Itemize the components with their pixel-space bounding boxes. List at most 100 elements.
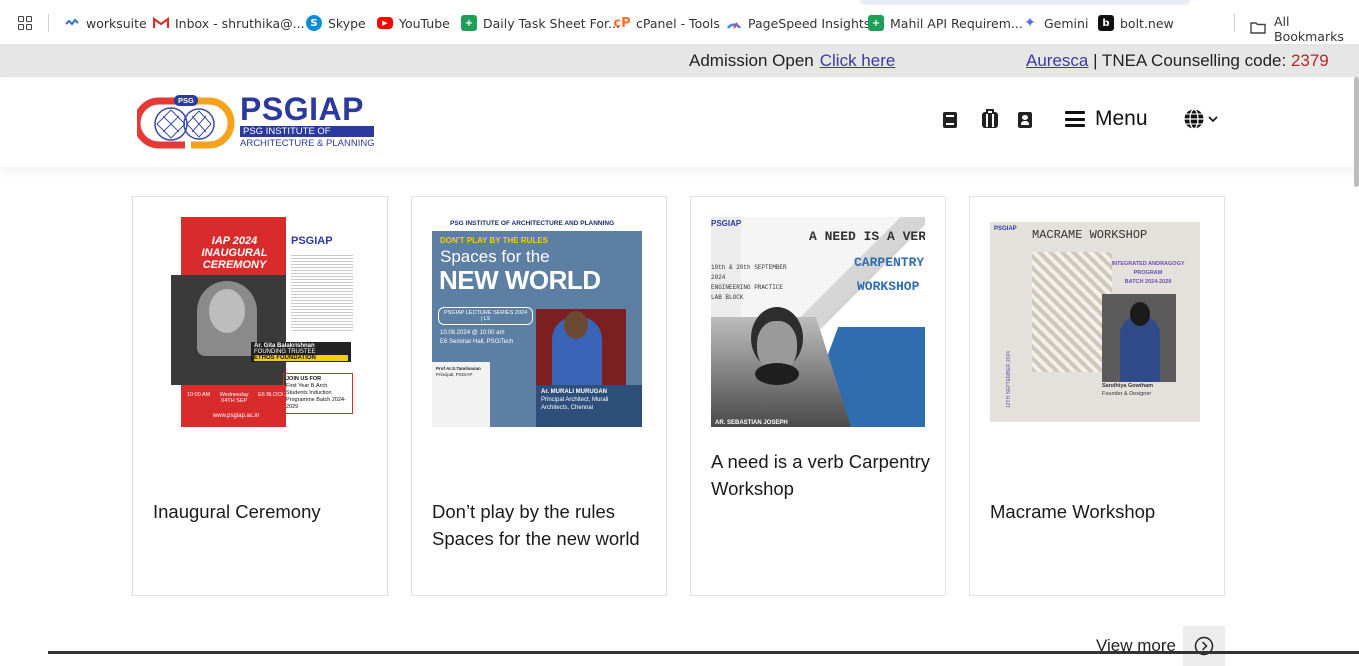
bookmark-pagespeed[interactable]: PageSpeed Insights xyxy=(726,14,870,32)
poster-host-role: Principal, PSGIAP xyxy=(436,372,473,377)
poster-date: 12TH SEPTEMBER 2024 xyxy=(1006,351,1012,408)
bookmark-label: PageSpeed Insights xyxy=(748,15,871,31)
bookmarks-divider xyxy=(48,14,49,32)
poster-venue: E6 BLOCK xyxy=(258,392,285,398)
hamburger-icon xyxy=(1065,111,1085,127)
site-header: PSG PSGIAP PSG INSTITUTE OF ARCHITECTURE… xyxy=(0,77,1359,167)
poster-line2: NEW WORLD xyxy=(439,265,601,295)
event-card-title[interactable]: Don’t play by the rules Spaces for the n… xyxy=(432,498,657,552)
bookmark-gmail[interactable]: Inbox - shruthika@... xyxy=(153,14,305,32)
bolt-icon: b xyxy=(1098,15,1114,31)
folder-icon xyxy=(1250,21,1266,37)
book-icon[interactable] xyxy=(943,112,957,128)
poster-speaker: Ar. MURALI MURUGAN xyxy=(541,389,607,395)
poster-brand: PSGIAP xyxy=(711,219,742,228)
bookmark-skype[interactable]: S Skype xyxy=(306,14,366,32)
bookmark-label: bolt.new xyxy=(1120,15,1174,31)
bookmark-bolt[interactable]: b bolt.new xyxy=(1098,14,1174,32)
poster-join: JOIN US FOR xyxy=(286,376,322,382)
language-selector[interactable] xyxy=(1183,108,1218,130)
logo-sub-2: ARCHITECTURE & PLANNING xyxy=(240,138,375,149)
gmail-icon xyxy=(153,15,169,31)
event-card-title[interactable]: A need is a verb Carpentry Workshop xyxy=(711,448,936,502)
lecture-poster[interactable]: PSG INSTITUTE OF ARCHITECTURE AND PLANNI… xyxy=(432,217,642,427)
bookmark-label: Mahil API Requirem... xyxy=(890,15,1023,31)
sheets-icon: + xyxy=(868,15,884,31)
poster-speaker: AR. SEBASTIAN JOSEPH xyxy=(715,420,788,426)
poster-tag: DON'T PLAY BY THE RULES xyxy=(440,236,548,245)
tnea-text: | TNEA Counselling code: xyxy=(1088,51,1291,70)
gemini-icon: ✦ xyxy=(1024,15,1036,31)
admission-text: Admission Open xyxy=(689,51,814,70)
logo-badge: PSG xyxy=(178,96,194,105)
poster-heading: INAUGURAL xyxy=(201,247,268,259)
bookmark-gemini[interactable]: ✦ Gemini xyxy=(1022,14,1088,32)
bookmark-worksuite[interactable]: worksuite xyxy=(64,14,147,32)
announcement-bar: Admission Open Click here Auresca | TNEA … xyxy=(0,45,1359,77)
event-card-carpentry[interactable]: PSGIAP A NEED IS A VERB CARPENTRY WORKSH… xyxy=(690,196,946,596)
bookmark-label: Inbox - shruthika@... xyxy=(175,15,305,31)
event-card-lecture[interactable]: PSG INSTITUTE OF ARCHITECTURE AND PLANNI… xyxy=(411,196,667,596)
youtube-icon: ▶ xyxy=(377,17,393,29)
bookmark-youtube[interactable]: ▶ YouTube xyxy=(377,14,450,32)
psgiap-logo[interactable]: PSG PSGIAP PSG INSTITUTE OF ARCHITECTURE… xyxy=(133,93,377,153)
poster-date: 04TH SEP xyxy=(221,398,248,404)
carpentry-poster[interactable]: PSGIAP A NEED IS A VERB CARPENTRY WORKSH… xyxy=(711,217,925,427)
bookmark-mahil-api[interactable]: + Mahil API Requirem... xyxy=(868,14,1023,32)
poster-batch: BATCH 2024-2029 xyxy=(1124,279,1172,285)
bookmark-label: Gemini xyxy=(1044,15,1089,31)
globe-icon xyxy=(1184,108,1204,130)
cpanel-icon: cP xyxy=(613,15,631,31)
bookmark-label: Skype xyxy=(328,15,366,31)
view-more-button[interactable] xyxy=(1183,626,1225,666)
poster-brand: PSGIAP xyxy=(994,226,1017,232)
poster-heading: MACRAME WORKSHOP xyxy=(1032,228,1148,242)
skype-icon: S xyxy=(306,15,322,31)
all-bookmarks-button[interactable]: All Bookmarks xyxy=(1250,14,1359,44)
poster-time: 10:00 AM xyxy=(187,392,211,398)
page-scrollbar[interactable] xyxy=(1354,77,1359,187)
all-bookmarks-label: All Bookmarks xyxy=(1274,14,1344,44)
bookmark-daily-task[interactable]: + Daily Task Sheet For... xyxy=(461,14,620,32)
macrame-poster[interactable]: PSGIAP MACRAME WORKSHOP INTEGRATED ANDRA… xyxy=(990,222,1200,422)
poster-speaker-role: Founder & Designer xyxy=(1102,391,1152,397)
poster-heading: IAP 2024 xyxy=(211,235,258,247)
sheets-icon: + xyxy=(461,15,477,31)
poster-heading: CEREMONY xyxy=(202,259,267,271)
poster-date: 19th & 20th SEPTEMBER 2024 xyxy=(711,264,787,281)
poster-line2: CARPENTRY xyxy=(854,255,925,270)
inaugural-poster[interactable]: IAP 2024 INAUGURAL CEREMONY Ar. Gita Bal… xyxy=(157,217,367,427)
bookmarks-divider xyxy=(1234,14,1235,32)
chevron-down-icon xyxy=(1208,116,1218,123)
poster-header: PSG INSTITUTE OF ARCHITECTURE AND PLANNI… xyxy=(432,217,642,231)
poster-series: PSGIAP LECTURE SERIES 2024 | L9 xyxy=(438,307,533,325)
contact-card-icon[interactable] xyxy=(1018,112,1032,128)
address-bar-edge xyxy=(860,0,1190,5)
admission-notice: Admission Open Click here xyxy=(689,51,895,71)
admission-link[interactable]: Click here xyxy=(820,51,896,70)
logo-name: PSGIAP xyxy=(240,91,364,127)
event-card-title[interactable]: Macrame Workshop xyxy=(990,498,1215,525)
menu-button[interactable]: Menu xyxy=(1065,107,1148,131)
bookmark-label: cPanel - Tools xyxy=(636,15,720,31)
pagespeed-icon xyxy=(726,15,742,31)
poster-join-detail: First Year B.Arch Students Induction Pro… xyxy=(286,383,346,410)
poster-org: ETHOS FOUNDATION xyxy=(254,355,348,361)
poster-program: INTEGRATED ANDRAGOGY PROGRAM xyxy=(1111,261,1185,276)
briefcase-icon[interactable] xyxy=(982,109,998,128)
event-card-inaugural[interactable]: IAP 2024 INAUGURAL CEREMONY Ar. Gita Bal… xyxy=(132,196,388,596)
auresca-link[interactable]: Auresca xyxy=(1026,51,1088,70)
tnea-code: 2379 xyxy=(1290,51,1329,70)
event-card-macrame[interactable]: PSGIAP MACRAME WORKSHOP INTEGRATED ANDRA… xyxy=(969,196,1225,596)
logo-text: PSGIAP PSG INSTITUTE OF ARCHITECTURE & P… xyxy=(240,93,375,149)
bookmark-cpanel[interactable]: cP cPanel - Tools xyxy=(613,14,720,32)
apps-grid-icon[interactable] xyxy=(18,16,32,30)
worksuite-icon xyxy=(64,15,80,31)
bookmark-label: YouTube xyxy=(399,15,450,31)
bookmarks-bar: worksuite Inbox - shruthika@... S Skype … xyxy=(0,0,1359,45)
event-card-title[interactable]: Inaugural Ceremony xyxy=(153,498,378,525)
poster-datetime: 10.08.2024 @ 10:00 am xyxy=(440,330,505,336)
tnea-notice: Auresca | TNEA Counselling code: 2379 xyxy=(1026,51,1329,71)
poster-url: www.psgiap.ac.in xyxy=(212,413,260,419)
menu-label: Menu xyxy=(1095,107,1148,130)
